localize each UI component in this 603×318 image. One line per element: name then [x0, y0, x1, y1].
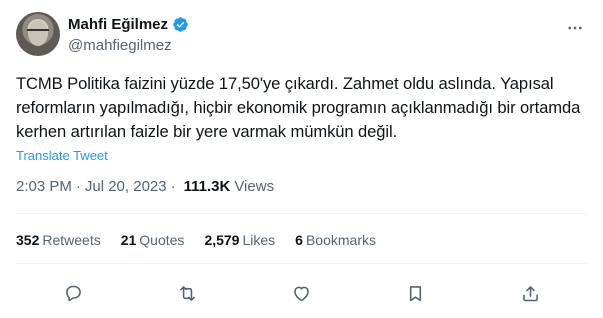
- tweet-text: TCMB Politika faizini yüzde 17,50'ye çık…: [16, 74, 581, 141]
- meta-separator: ·: [170, 178, 176, 195]
- name-row: Mahfi Eğilmez: [68, 16, 189, 33]
- engagement-stats: 352 Retweets 21 Quotes 2,579 Likes 6 Bookmar…: [16, 232, 396, 248]
- avatar-glasses: [27, 29, 49, 35]
- tweet-time[interactable]: 2:03 PM: [16, 178, 72, 195]
- views-label: Views: [234, 178, 275, 195]
- like-icon[interactable]: [288, 280, 314, 306]
- tweet: Mahfi Eğilmez @mahfiegilmez TCMB Politik…: [0, 0, 603, 318]
- handle[interactable]: @mahfiegilmez: [68, 37, 172, 54]
- avatar[interactable]: [16, 12, 60, 56]
- tweet-date[interactable]: Jul 20, 2023: [85, 178, 167, 195]
- translate-tweet-link[interactable]: Translate Tweet: [16, 148, 108, 163]
- retweets-count: 352: [16, 232, 40, 248]
- bookmarks-label: Bookmarks: [305, 232, 376, 248]
- share-icon[interactable]: [517, 280, 543, 306]
- divider: [16, 213, 587, 214]
- meta-separator: ·: [75, 178, 81, 195]
- quotes-stat[interactable]: 21 Quotes: [121, 232, 185, 248]
- more-options-icon[interactable]: [563, 16, 587, 40]
- quotes-count: 21: [120, 232, 137, 248]
- views-count: 111.3K: [183, 178, 231, 195]
- action-bar: [0, 278, 603, 308]
- retweets-stat[interactable]: 352 Retweets: [16, 232, 101, 248]
- display-name[interactable]: Mahfi Eğilmez: [68, 16, 168, 33]
- likes-stat[interactable]: 2,579 Likes: [204, 232, 275, 248]
- bookmarks-count: 6: [295, 232, 303, 248]
- verified-badge-icon: [172, 16, 189, 33]
- bookmark-icon[interactable]: [402, 280, 428, 306]
- reply-icon[interactable]: [60, 280, 86, 306]
- quotes-label: Quotes: [139, 232, 185, 248]
- likes-label: Likes: [242, 232, 276, 248]
- tweet-meta: 2:03 PM · Jul 20, 2023 · 111.3K Views: [16, 178, 274, 195]
- bookmarks-stat[interactable]: 6 Bookmarks: [295, 232, 376, 248]
- tweet-header: Mahfi Eğilmez @mahfiegilmez: [16, 10, 587, 58]
- divider: [16, 263, 587, 264]
- retweet-icon[interactable]: [174, 280, 200, 306]
- likes-count: 2,579: [204, 232, 240, 248]
- retweets-label: Retweets: [42, 232, 101, 248]
